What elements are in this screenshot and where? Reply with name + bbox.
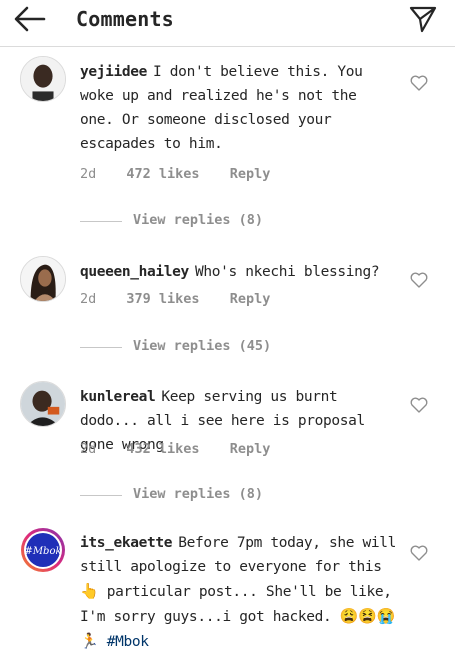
view-replies-label: View replies (45) <box>133 338 272 354</box>
view-replies-label: View replies (8) <box>133 212 264 228</box>
comment-time: 2d <box>80 441 97 457</box>
view-replies-label: View replies (8) <box>133 486 264 502</box>
avatar-image <box>21 382 65 426</box>
reply-button[interactable]: Reply <box>230 441 271 457</box>
avatar-image <box>21 57 65 101</box>
comment-meta: 2d 432 likes Reply <box>80 441 292 457</box>
direct-send-icon[interactable] <box>408 4 438 34</box>
like-heart-icon[interactable] <box>410 397 428 413</box>
avatar-label: #Mbok <box>24 546 61 557</box>
header: Comments <box>0 0 455 47</box>
divider-line <box>80 221 122 222</box>
comment-text: queeen_hailey Who's nkechi blessing? <box>80 260 398 284</box>
comment-text: its_ekaette Before 7pm today, she will st… <box>80 531 398 654</box>
hashtag-link[interactable]: #Mbok <box>107 634 149 650</box>
reply-button[interactable]: Reply <box>230 291 271 307</box>
avatar[interactable] <box>20 56 66 102</box>
comment-username[interactable]: yejiidee <box>80 64 147 80</box>
divider-line <box>80 495 122 496</box>
like-heart-icon[interactable] <box>410 545 428 561</box>
comment-text: yejiidee I don't believe this. You woke u… <box>80 60 398 156</box>
comment-username[interactable]: queeen_hailey <box>80 264 189 280</box>
avatar[interactable] <box>20 256 66 302</box>
avatar-image: #Mbok <box>21 528 65 572</box>
comment-time: 2d <box>80 166 97 182</box>
comment-likes[interactable]: 379 likes <box>126 291 199 307</box>
page-title: Comments <box>76 7 174 31</box>
comment-time: 2d <box>80 291 97 307</box>
avatar-image <box>21 257 65 301</box>
divider-line <box>80 347 122 348</box>
comment-likes[interactable]: 472 likes <box>126 166 199 182</box>
avatar[interactable] <box>20 381 66 427</box>
like-heart-icon[interactable] <box>410 272 428 288</box>
back-arrow-icon[interactable] <box>14 6 46 32</box>
comment-meta: 2d 379 likes Reply <box>80 291 292 307</box>
comment-meta: 2d 472 likes Reply <box>80 166 292 182</box>
comment-username[interactable]: kunlereal <box>80 389 156 405</box>
avatar[interactable]: #Mbok <box>20 527 66 573</box>
emoji-group: 👆 <box>80 582 99 600</box>
comment-username[interactable]: its_ekaette <box>80 535 173 551</box>
reply-button[interactable]: Reply <box>230 166 271 182</box>
comment-body: Who's nkechi blessing? <box>194 264 380 280</box>
like-heart-icon[interactable] <box>410 75 428 91</box>
comment-likes[interactable]: 432 likes <box>126 441 199 457</box>
